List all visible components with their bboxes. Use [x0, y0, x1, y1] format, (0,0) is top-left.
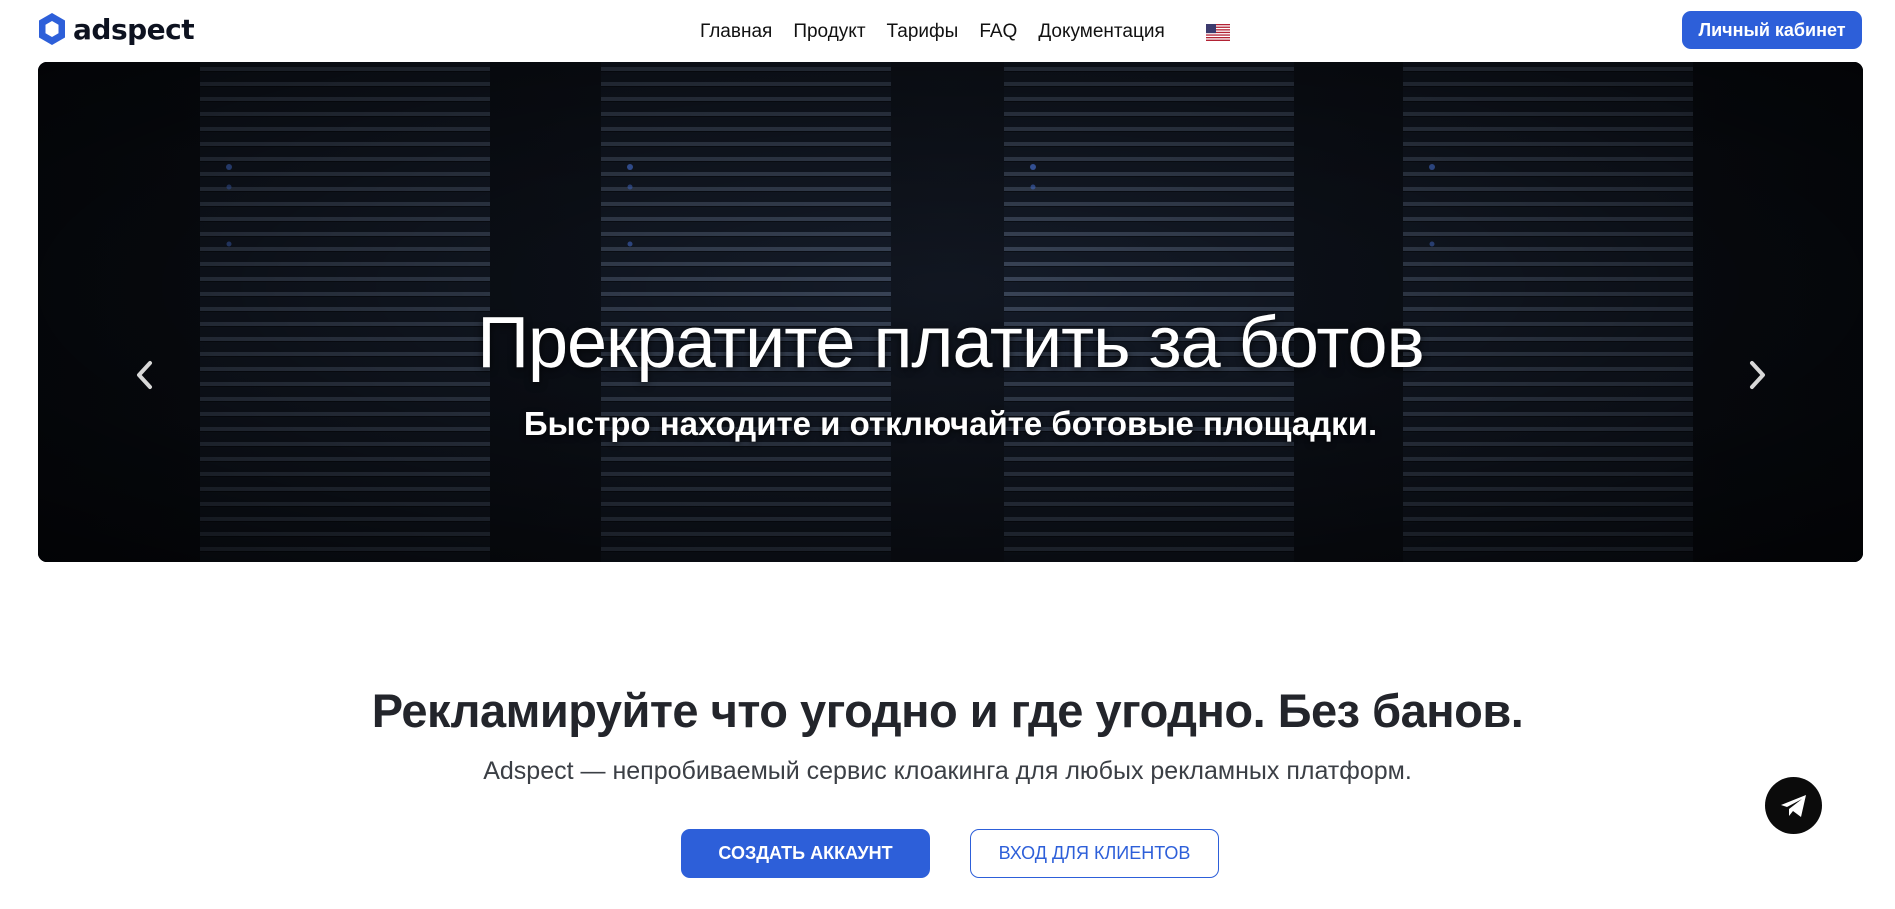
telegram-icon: [1780, 794, 1806, 817]
hero-subtitle: Быстро находите и отключайте ботовые пло…: [523, 405, 1378, 442]
create-account-button[interactable]: СОЗДАТЬ АККАУНТ: [681, 829, 930, 878]
client-login-button[interactable]: ВХОД ДЛЯ КЛИЕНТОВ: [970, 829, 1219, 878]
personal-cabinet-button[interactable]: Личный кабинет: [1682, 11, 1862, 49]
nav-item-pricing[interactable]: Тарифы: [887, 20, 959, 44]
chevron-right-icon[interactable]: [1742, 358, 1772, 392]
hero-carousel: Прекратите платить за ботов Быстро наход…: [38, 62, 1863, 562]
nav-item-product[interactable]: Продукт: [793, 20, 865, 44]
adspect-logo-icon: [39, 13, 65, 45]
main-nav: Главная Продукт Тарифы FAQ Документация: [700, 20, 1230, 44]
us-flag-icon[interactable]: [1205, 23, 1230, 41]
logo-text: adspect: [73, 12, 195, 46]
nav-item-docs[interactable]: Документация: [1038, 20, 1164, 44]
hero-title: Прекратите платить за ботов: [477, 303, 1425, 383]
telegram-button[interactable]: [1765, 777, 1822, 834]
main-headline: Рекламируйте что угодно и где угодно. Бе…: [371, 684, 1524, 737]
nav-item-faq[interactable]: FAQ: [979, 20, 1017, 44]
chevron-left-icon[interactable]: [130, 358, 160, 392]
main-lead: Adspect — непробиваемый сервис клоакинга…: [483, 757, 1412, 785]
logo[interactable]: adspect: [37, 12, 195, 46]
nav-item-home[interactable]: Главная: [700, 20, 772, 44]
